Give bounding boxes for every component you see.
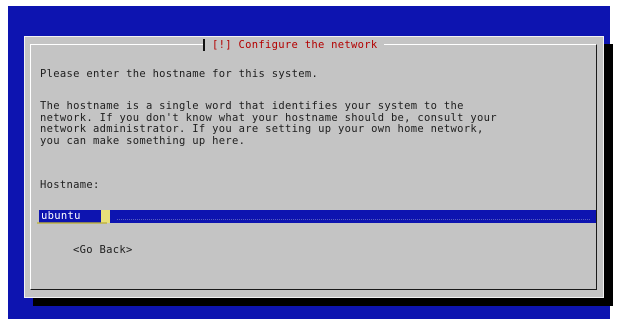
hostname-input[interactable]: ubuntu xyxy=(37,210,596,224)
description-line: you can make something up here. xyxy=(40,134,246,147)
network-config-dialog: [!] Configure the network Please enter t… xyxy=(24,36,604,298)
hostname-question: Please enter the hostname for this syste… xyxy=(40,68,319,80)
input-underline xyxy=(37,222,107,224)
title-bar-mark xyxy=(203,39,205,51)
input-fill-dots xyxy=(117,219,590,220)
description-line: The hostname is a single word that ident… xyxy=(40,100,464,112)
hostname-description: The hostname is a single word that ident… xyxy=(40,100,600,147)
dialog-title: [!] Configure the network xyxy=(203,37,384,53)
dialog-title-text: [!] Configure the network xyxy=(212,39,378,51)
description-line: network administrator. If you are settin… xyxy=(40,123,484,135)
hostname-label: Hostname: xyxy=(40,179,100,191)
go-back-button[interactable]: <Go Back> xyxy=(73,244,133,256)
